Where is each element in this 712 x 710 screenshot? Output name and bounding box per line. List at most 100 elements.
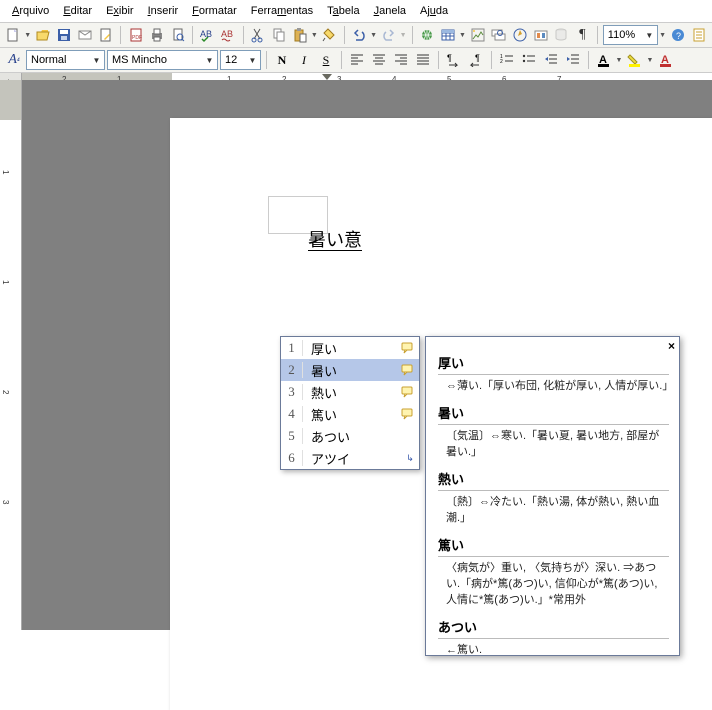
- spellcheck-button[interactable]: AB: [198, 25, 217, 45]
- rtl-button[interactable]: ¶: [466, 50, 486, 70]
- style-input[interactable]: [27, 53, 89, 67]
- autospell-button[interactable]: AB: [219, 25, 238, 45]
- decrease-indent-button[interactable]: [541, 50, 561, 70]
- zoom-input[interactable]: [604, 28, 642, 42]
- bg-color-button[interactable]: A: [656, 50, 676, 70]
- menu-ferramentas[interactable]: Ferramentas: [245, 3, 319, 19]
- redo-dropdown[interactable]: ▼: [399, 32, 407, 39]
- ime-candidate-3[interactable]: 3 熱い: [281, 381, 419, 403]
- align-left-button[interactable]: [347, 50, 367, 70]
- table-dropdown[interactable]: ▼: [459, 32, 467, 39]
- export-pdf-button[interactable]: PDF: [126, 25, 145, 45]
- table-button[interactable]: [439, 25, 458, 45]
- dropdown-arrow-icon[interactable]: ▼: [89, 51, 104, 69]
- paragraph-style-combo[interactable]: ▼: [26, 50, 105, 70]
- font-color-dropdown[interactable]: ▼: [615, 57, 623, 64]
- highlight-button[interactable]: [625, 50, 645, 70]
- align-justify-button[interactable]: [413, 50, 433, 70]
- font-color-button[interactable]: A: [594, 50, 614, 70]
- align-right-button[interactable]: [391, 50, 411, 70]
- dropdown-arrow-icon[interactable]: ▼: [642, 26, 657, 44]
- hyperlink-button[interactable]: [418, 25, 437, 45]
- svg-text:PDF: PDF: [132, 35, 142, 41]
- dict-entry: 熱い 〔熱〕⇔冷たい.「熱い湯, 体が熱い, 熱い血潮.」: [438, 469, 669, 527]
- menu-bar: AArquivorquivo Editar Exibir Inserir For…: [0, 0, 712, 23]
- dict-entry: あつい ←篤い.: [438, 617, 669, 659]
- numbered-list-button[interactable]: 12: [497, 50, 517, 70]
- formatting-toolbar: A⁴ ▼ ▼ ▼ N I S ¶ ¶ 12 A ▼ ▼ A: [0, 48, 712, 73]
- font-input[interactable]: [108, 53, 202, 67]
- standard-toolbar: ▼ PDF AB AB ▼ ▼ ▼ ▼ ¶ ▼ ▼ ?: [0, 23, 712, 48]
- ime-candidate-5[interactable]: 5 あつい: [281, 425, 419, 447]
- datasources-button[interactable]: [552, 25, 571, 45]
- bullet-list-button[interactable]: [519, 50, 539, 70]
- underline-button[interactable]: S: [316, 50, 336, 70]
- align-center-button[interactable]: [369, 50, 389, 70]
- undo-button[interactable]: [350, 25, 369, 45]
- font-name-combo[interactable]: ▼: [107, 50, 218, 70]
- find-button[interactable]: [489, 25, 508, 45]
- comment-icon: [401, 342, 419, 354]
- highlight-dropdown[interactable]: ▼: [646, 57, 654, 64]
- print-button[interactable]: [147, 25, 166, 45]
- paste-dropdown[interactable]: ▼: [311, 32, 319, 39]
- paste-button[interactable]: [291, 25, 310, 45]
- comment-icon: [401, 408, 419, 420]
- size-input[interactable]: [221, 53, 245, 67]
- nonprinting-button[interactable]: ¶: [573, 25, 592, 45]
- menu-exibir[interactable]: Exibir: [100, 3, 140, 19]
- help-dropdown[interactable]: ▼: [659, 32, 667, 39]
- dropdown-arrow-icon[interactable]: ▼: [245, 51, 260, 69]
- styles-button[interactable]: A⁴: [4, 50, 24, 70]
- increase-indent-button[interactable]: [563, 50, 583, 70]
- gallery-button[interactable]: [531, 25, 550, 45]
- new-dropdown[interactable]: ▼: [24, 32, 32, 39]
- dict-entry: 厚い ⇔薄い.「厚い布団, 化粧が厚い, 人情が厚い.」: [438, 353, 669, 395]
- save-button[interactable]: [54, 25, 73, 45]
- new-doc-button[interactable]: [4, 25, 23, 45]
- ime-candidate-list: 1 厚い 2 暑い 3 熱い 4 篤い 5 あつい 6 アツイ ↳: [280, 336, 420, 470]
- close-button[interactable]: ×: [668, 339, 675, 353]
- italic-button[interactable]: I: [294, 50, 314, 70]
- whatsthis-button[interactable]: [689, 25, 708, 45]
- expand-icon[interactable]: ↳: [401, 453, 419, 464]
- svg-text:?: ?: [676, 31, 681, 41]
- menu-editar[interactable]: Editar: [57, 3, 98, 19]
- menu-arquivo[interactable]: AArquivorquivo: [6, 3, 55, 19]
- edit-doc-button[interactable]: [96, 25, 115, 45]
- workspace: 1 1 2 3 暑い意 1 厚い 2 暑い 3 熱い 4 篤い 5: [0, 80, 712, 630]
- redo-button[interactable]: [379, 25, 398, 45]
- menu-janela[interactable]: Janela: [368, 3, 412, 19]
- bold-button[interactable]: N: [272, 50, 292, 70]
- menu-ajuda[interactable]: Ajuda: [414, 3, 454, 19]
- svg-text:¶: ¶: [475, 53, 480, 63]
- ime-candidate-4[interactable]: 4 篤い: [281, 403, 419, 425]
- copy-button[interactable]: [270, 25, 289, 45]
- cut-button[interactable]: [249, 25, 268, 45]
- navigator-button[interactable]: [510, 25, 529, 45]
- show-draw-button[interactable]: [468, 25, 487, 45]
- svg-text:¶: ¶: [447, 53, 452, 63]
- vertical-ruler[interactable]: 1 1 2 3: [0, 80, 22, 630]
- ime-candidate-1[interactable]: 1 厚い: [281, 337, 419, 359]
- ltr-button[interactable]: ¶: [444, 50, 464, 70]
- ime-candidate-2[interactable]: 2 暑い: [281, 359, 419, 381]
- svg-text:AB: AB: [221, 29, 233, 39]
- format-paint-button[interactable]: [320, 25, 339, 45]
- zoom-combo[interactable]: ▼: [603, 25, 658, 45]
- open-button[interactable]: [33, 25, 52, 45]
- document-text: 暑い意: [308, 226, 362, 252]
- preview-button[interactable]: [168, 25, 187, 45]
- help-button[interactable]: ?: [668, 25, 687, 45]
- menu-tabela[interactable]: Tabela: [321, 3, 365, 19]
- ime-dictionary-panel: × 厚い ⇔薄い.「厚い布団, 化粧が厚い, 人情が厚い.」 暑い 〔気温〕⇔寒…: [425, 336, 680, 656]
- menu-inserir[interactable]: Inserir: [142, 3, 185, 19]
- menu-formatar[interactable]: Formatar: [186, 3, 243, 19]
- font-size-combo[interactable]: ▼: [220, 50, 261, 70]
- email-button[interactable]: [75, 25, 94, 45]
- comment-icon: [401, 364, 419, 376]
- undo-dropdown[interactable]: ▼: [370, 32, 378, 39]
- comment-icon: [401, 386, 419, 398]
- dropdown-arrow-icon[interactable]: ▼: [202, 51, 217, 69]
- ime-candidate-6[interactable]: 6 アツイ ↳: [281, 447, 419, 469]
